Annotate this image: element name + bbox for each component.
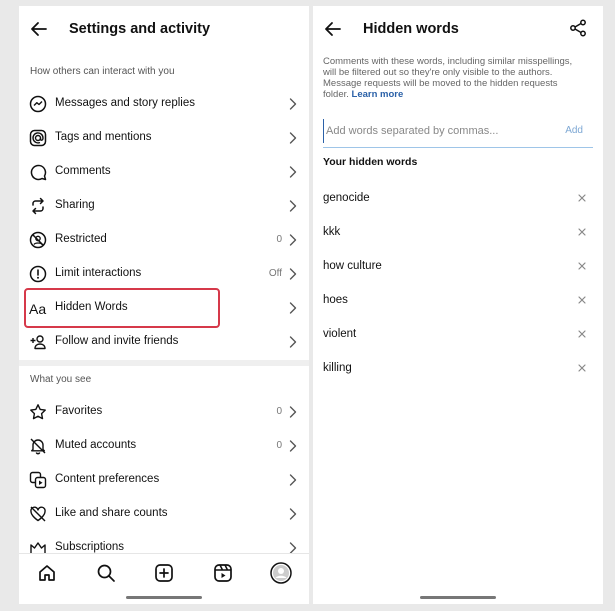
menu-item-muted-accounts[interactable]: Muted accounts 0 xyxy=(19,429,309,463)
menu-item-messages-and-story-replies[interactable]: Messages and story replies xyxy=(19,87,309,121)
chevron-right-icon xyxy=(289,132,297,144)
restricted-icon xyxy=(29,231,47,249)
menu-item-tags-and-mentions[interactable]: Tags and mentions xyxy=(19,121,309,155)
section-header-what-you-see: What you see xyxy=(30,374,92,385)
menu-item-label: Muted accounts xyxy=(55,439,137,451)
back-arrow-icon[interactable] xyxy=(29,19,49,39)
menu-item-label: Limit interactions xyxy=(55,267,142,279)
section-divider xyxy=(19,360,309,366)
menu-item-sharing[interactable]: Sharing xyxy=(19,189,309,223)
menu-item-label: Restricted xyxy=(55,233,107,245)
chevron-right-icon xyxy=(289,98,297,110)
menu-item-value: Off xyxy=(268,268,282,279)
menu-item-label: Content preferences xyxy=(55,473,160,485)
chevron-right-icon xyxy=(289,166,297,178)
remove-x-icon[interactable] xyxy=(577,363,587,373)
remove-x-icon[interactable] xyxy=(577,193,587,203)
menu-item-value: 0 xyxy=(276,234,282,245)
your-hidden-words-heading: Your hidden words xyxy=(323,156,418,168)
hidden-word-text: hoes xyxy=(323,294,348,306)
chevron-right-icon xyxy=(289,406,297,418)
menu-item-label: Comments xyxy=(55,165,111,177)
hidden-word-text: genocide xyxy=(323,192,370,204)
chevron-right-icon xyxy=(289,508,297,520)
page-title: Hidden words xyxy=(363,21,459,37)
home-indicator xyxy=(126,596,202,599)
menu-item-limit-interactions[interactable]: Limit interactions Off xyxy=(19,257,309,291)
menu-item-comments[interactable]: Comments xyxy=(19,155,309,189)
hidden-word-item: how culture xyxy=(313,250,603,284)
chevron-right-icon xyxy=(289,474,297,486)
menu-item-follow-and-invite-friends[interactable]: Follow and invite friends xyxy=(19,325,309,359)
hidden-words-header: Hidden words xyxy=(313,6,603,52)
messenger-icon xyxy=(29,95,47,113)
menu-item-label: Favorites xyxy=(55,405,103,417)
share-arrows-icon xyxy=(32,197,44,215)
add-person-icon xyxy=(30,335,46,350)
menu-item-label: Tags and mentions xyxy=(55,131,152,143)
create-post-icon[interactable] xyxy=(154,563,174,583)
settings-panel: Settings and activity How others can int… xyxy=(19,6,309,604)
comment-icon xyxy=(30,164,47,181)
menu-item-label: Sharing xyxy=(55,199,95,211)
add-words-row: Add xyxy=(323,119,593,148)
remove-x-icon[interactable] xyxy=(577,227,587,237)
heart-crossed-icon xyxy=(30,506,46,522)
muted-bell-icon xyxy=(30,438,46,455)
hidden-word-text: how culture xyxy=(323,260,382,272)
menu-item-like-and-share-counts[interactable]: Like and share counts xyxy=(19,497,309,531)
back-arrow-icon[interactable] xyxy=(323,19,343,39)
menu-item-favorites[interactable]: Favorites 0 xyxy=(19,395,309,429)
chevron-right-icon xyxy=(289,200,297,212)
chevron-right-icon xyxy=(289,440,297,452)
reels-icon[interactable] xyxy=(213,563,233,583)
hidden-word-item: kkk xyxy=(313,216,603,250)
hidden-words-panel: Hidden words Comments with these words, … xyxy=(313,6,603,604)
remove-x-icon[interactable] xyxy=(577,295,587,305)
at-sign-icon xyxy=(29,129,47,147)
section-header-interactions: How others can interact with you xyxy=(30,66,175,77)
search-icon[interactable] xyxy=(96,563,116,583)
chevron-right-icon xyxy=(289,268,297,280)
chevron-right-icon xyxy=(289,302,297,314)
remove-x-icon[interactable] xyxy=(577,261,587,271)
page-title: Settings and activity xyxy=(69,21,211,37)
learn-more-link[interactable]: Learn more xyxy=(352,89,404,100)
hidden-word-text: killing xyxy=(323,362,352,374)
add-button[interactable]: Add xyxy=(565,125,583,136)
menu-item-restricted[interactable]: Restricted 0 xyxy=(19,223,309,257)
menu-item-label: Subscriptions xyxy=(55,541,125,553)
star-icon xyxy=(30,404,46,420)
settings-header: Settings and activity xyxy=(19,6,309,52)
menu-item-label: Messages and story replies xyxy=(55,97,195,109)
menu-item-content-preferences[interactable]: Content preferences xyxy=(19,463,309,497)
hidden-word-text: violent xyxy=(323,328,357,340)
menu-item-label: Follow and invite friends xyxy=(55,335,179,347)
description-text: Comments with these words, including sim… xyxy=(323,56,585,100)
hidden-word-item: genocide xyxy=(313,182,603,216)
content-prefs-icon xyxy=(29,471,47,489)
share-icon[interactable] xyxy=(569,19,587,37)
home-indicator xyxy=(420,596,496,599)
hidden-word-item: killing xyxy=(313,352,603,386)
bottom-nav xyxy=(19,553,309,604)
hidden-word-item: hoes xyxy=(313,284,603,318)
menu-item-value: 0 xyxy=(276,440,282,451)
home-icon[interactable] xyxy=(37,563,57,583)
alert-circle-icon xyxy=(29,265,47,283)
highlight-box xyxy=(24,288,220,328)
add-words-input[interactable] xyxy=(323,119,536,143)
menu-item-value: 0 xyxy=(276,406,282,417)
hidden-word-text: kkk xyxy=(323,226,341,238)
chevron-right-icon xyxy=(289,234,297,246)
menu-item-label: Like and share counts xyxy=(55,507,168,519)
remove-x-icon[interactable] xyxy=(577,329,587,339)
hidden-word-item: violent xyxy=(313,318,603,352)
profile-avatar-icon[interactable] xyxy=(270,562,292,584)
chevron-right-icon xyxy=(289,336,297,348)
